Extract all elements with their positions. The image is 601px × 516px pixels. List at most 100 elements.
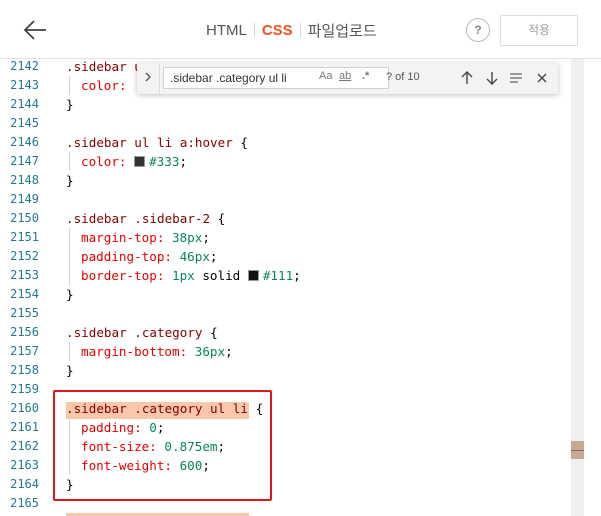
find-widget: Aa ab .* ? of 10 [137,63,558,94]
css-value: 1px [164,268,195,283]
code-line: } [66,171,74,190]
line-number: 2156 [10,325,39,339]
scrollbar-cursor-marker [571,450,584,451]
line-number: 2151 [10,230,39,244]
code-line: padding-top: 46px; [81,247,218,266]
help-button[interactable]: ? [466,18,490,42]
css-selector: .sidebar u [66,59,142,74]
editor-header: HTML CSS 파일업로드 ? 적용 [0,0,601,59]
code-line: } [66,285,74,304]
color-swatch[interactable] [247,270,259,281]
css-value: #111 [262,268,294,283]
line-number: 2142 [10,59,39,73]
apply-button[interactable]: 적용 [500,15,578,46]
match-count: ? of 10 [386,71,420,83]
css-selector: .sidebar .sidebar-2 [66,211,211,226]
toggle-replace-button[interactable] [137,63,160,94]
semicolon: ; [293,268,301,283]
line-number: 2146 [10,135,39,149]
tab-divider [299,23,301,37]
opening-brace: { [210,211,226,226]
css-property: color: [81,154,127,169]
css-value: 36px [187,344,226,359]
closing-brace: } [66,173,74,188]
indent-guide [69,152,70,171]
editor-right-margin [585,59,601,516]
line-number: 2155 [10,306,39,320]
line-number: 2164 [10,477,39,491]
css-value: 38px [164,230,203,245]
tab-divider [253,23,255,37]
chevron-right-icon [145,72,151,82]
code-line: .sidebar u [66,59,142,76]
code-editor[interactable]: 2142 2143 2144 2145 2146 2147 2148 2149 … [0,59,601,516]
css-property: margin-top: [81,230,165,245]
back-arrow-icon[interactable] [22,18,48,42]
indent-guide [69,228,70,285]
code-line: margin-top: 38px; [81,228,210,247]
css-property: color: [81,78,127,93]
tab-file-upload[interactable]: 파일업로드 [308,20,377,41]
line-number: 2165 [10,496,39,510]
css-selector: .sidebar ul li a:hover [66,135,233,150]
semicolon: ; [202,230,210,245]
line-number: 2158 [10,363,39,377]
find-in-selection-icon[interactable] [505,67,527,89]
css-property: padding-top: [81,249,172,264]
semicolon: ; [225,344,233,359]
indent-guide [69,342,70,361]
annotation-highlight-box [53,390,272,501]
find-input[interactable] [163,67,389,89]
line-number: 2148 [10,173,39,187]
closing-brace: } [66,97,74,112]
code-line: .sidebar ul li a:hover { [66,133,248,152]
line-number: 2161 [10,420,39,434]
line-number: 2152 [10,249,39,263]
css-value: solid [194,268,248,283]
line-number: 2160 [10,401,39,415]
indent-guide [69,76,70,95]
line-number: 2147 [10,154,39,168]
line-number: 2153 [10,268,39,282]
closing-brace: } [66,363,74,378]
tab-html[interactable]: HTML [206,22,247,39]
line-number: 2162 [10,439,39,453]
code-line: .sidebar .sidebar-2 { [66,209,225,228]
line-number: 2159 [10,382,39,396]
css-value: 46px [172,249,210,264]
whole-word-toggle[interactable]: ab [339,70,351,82]
line-number: 2145 [10,116,39,130]
closing-brace: } [66,287,74,302]
match-case-toggle[interactable]: Aa [319,70,332,82]
previous-match-icon[interactable] [456,67,478,89]
line-number: 2143 [10,78,39,92]
code-line: border-top: 1px solid #111; [81,266,301,285]
line-number: 2154 [10,287,39,301]
opening-brace: { [202,325,218,340]
opening-brace: { [232,135,248,150]
close-icon[interactable] [531,67,553,89]
color-swatch[interactable] [134,156,146,167]
line-number: 2144 [10,97,39,111]
css-selector: .sidebar .category [66,325,203,340]
css-property: border-top: [81,268,165,283]
semicolon: ; [179,154,188,169]
code-line: margin-bottom: 36px; [81,342,233,361]
code-line: color: #333; [81,152,187,171]
code-line: color: [81,76,127,95]
css-value: #333 [149,154,180,169]
line-number: 2163 [10,458,39,472]
line-number-gutter: 2142 2143 2144 2145 2146 2147 2148 2149 … [0,59,48,516]
code-line: } [66,95,74,114]
next-match-icon[interactable] [481,67,503,89]
editor-tabs: HTML CSS 파일업로드 [206,19,377,41]
line-number: 2149 [10,192,39,206]
tab-css[interactable]: CSS [262,22,293,39]
line-number: 2150 [10,211,39,225]
code-line: } [66,361,74,380]
regex-toggle[interactable]: .* [362,70,369,82]
code-line: .sidebar .category { [66,323,218,342]
css-property: margin-bottom: [81,344,188,359]
line-number: 2157 [10,344,39,358]
semicolon: ; [209,249,218,264]
